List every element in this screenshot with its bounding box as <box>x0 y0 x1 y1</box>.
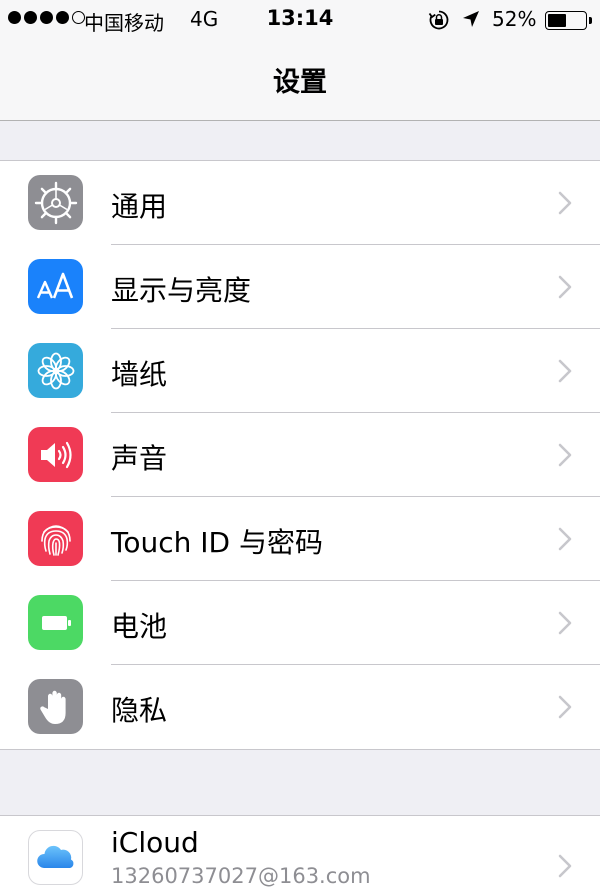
navigation-bar: 设置 <box>0 40 600 121</box>
page-title: 设置 <box>273 67 327 98</box>
chevron-right-icon <box>558 443 572 467</box>
settings-row-label: 墙纸 <box>111 358 168 391</box>
chevron-right-icon <box>558 854 572 878</box>
settings-list-accounts: iCloud 13260737027@163.com <box>0 815 600 896</box>
settings-row-battery[interactable]: 电池 <box>0 581 600 665</box>
settings-row-label: Touch ID 与密码 <box>111 526 323 559</box>
battery-percent: 52% <box>492 7 537 31</box>
settings-list-main: 通用 显示与亮度 墙纸 声音 Touch ID 与密码 电池 隐私 <box>0 160 600 750</box>
speaker-icon <box>28 427 83 482</box>
text-size-icon <box>28 259 83 314</box>
settings-row-wallpaper[interactable]: 墙纸 <box>0 329 600 413</box>
settings-row-label: 电池 <box>111 610 168 643</box>
settings-row-sounds[interactable]: 声音 <box>0 413 600 497</box>
location-arrow-icon <box>463 11 479 27</box>
settings-row-icloud[interactable]: iCloud 13260737027@163.com <box>0 816 600 896</box>
settings-row-privacy[interactable]: 隐私 <box>0 665 600 749</box>
icloud-account-email: 13260737027@163.com <box>111 864 371 888</box>
chevron-right-icon <box>558 527 572 551</box>
settings-row-label: 显示与亮度 <box>111 274 252 307</box>
battery-level-fill <box>548 14 566 27</box>
chevron-right-icon <box>558 191 572 215</box>
flower-icon <box>28 343 83 398</box>
battery-nub <box>589 17 592 24</box>
settings-row-touch-id-passcode[interactable]: Touch ID 与密码 <box>0 497 600 581</box>
chevron-right-icon <box>558 275 572 299</box>
chevron-right-icon <box>558 695 572 719</box>
settings-row-general[interactable]: 通用 <box>0 161 600 245</box>
icloud-label: iCloud <box>111 826 199 859</box>
status-bar: 中国移动 4G 13:14 52% <box>0 0 600 40</box>
settings-row-label: 通用 <box>111 190 168 223</box>
settings-row-label: 声音 <box>111 442 168 475</box>
battery-icon <box>28 595 83 650</box>
chevron-right-icon <box>558 611 572 635</box>
rotation-lock-icon <box>428 10 449 30</box>
settings-row-display-brightness[interactable]: 显示与亮度 <box>0 245 600 329</box>
settings-row-label: 隐私 <box>111 694 168 727</box>
gear-icon <box>28 175 83 230</box>
chevron-right-icon <box>558 359 572 383</box>
battery-icon <box>545 11 592 30</box>
icloud-icon <box>28 830 83 885</box>
fingerprint-icon <box>28 511 83 566</box>
hand-icon <box>28 679 83 734</box>
